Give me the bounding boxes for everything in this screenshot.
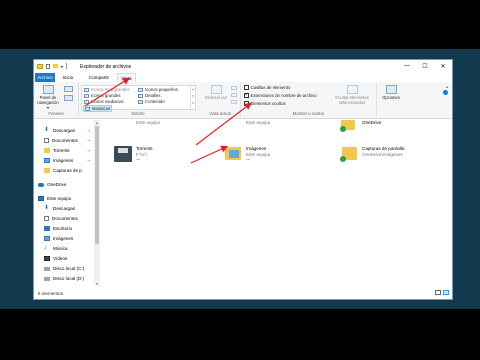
arrow-to-extensions-checkbox [195, 102, 252, 146]
arrow-to-vista-tab [84, 77, 131, 107]
arrow-to-file-tiles [190, 145, 229, 164]
annotation-arrows [84, 77, 252, 164]
